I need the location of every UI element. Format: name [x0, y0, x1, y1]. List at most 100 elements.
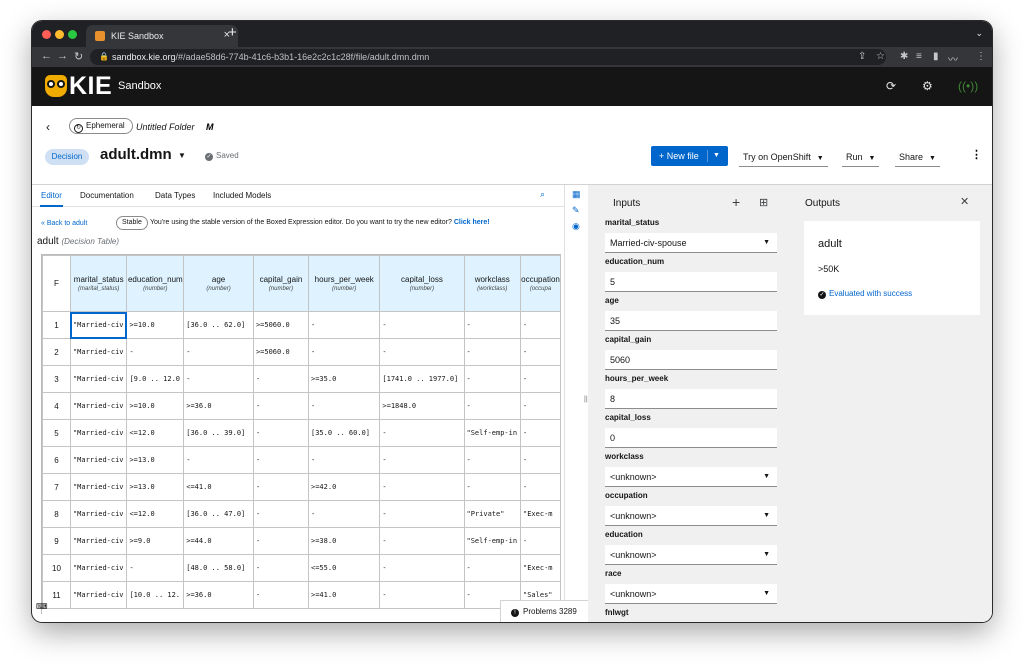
rule-cell[interactable]: <=41.0: [183, 473, 254, 501]
rule-cell[interactable]: -: [463, 554, 521, 582]
keyboard-shortcuts-icon[interactable]: ⌨: [36, 602, 48, 611]
hit-policy-cell[interactable]: F: [42, 255, 71, 312]
input-select[interactable]: <unknown> ▼: [605, 545, 777, 565]
rule-cell[interactable]: [10.0 .. 12.: [126, 581, 185, 609]
click-here-link[interactable]: Click here!: [454, 219, 490, 226]
rule-cell[interactable]: -: [379, 446, 465, 474]
table-view-icon[interactable]: ⊞: [759, 196, 768, 209]
rule-cell[interactable]: >=5060.0: [252, 338, 310, 366]
column-header[interactable]: capital_gain (number): [252, 255, 310, 312]
rule-cell[interactable]: -: [379, 338, 465, 366]
zoom-window-button[interactable]: [68, 30, 77, 39]
rule-cell[interactable]: "Self-emp-in: [463, 527, 521, 555]
input-textbox[interactable]: 8: [605, 389, 777, 409]
rule-cell[interactable]: -: [252, 392, 310, 420]
rule-cell[interactable]: -: [520, 338, 561, 366]
new-tab-button[interactable]: +: [228, 24, 237, 41]
search-icon[interactable]: ⌕: [540, 189, 545, 200]
rule-cell[interactable]: "Self-emp-in: [463, 419, 521, 447]
rule-cell[interactable]: >=9.0: [126, 527, 185, 555]
rule-cell[interactable]: -: [126, 338, 185, 366]
input-textbox[interactable]: 5060: [605, 350, 777, 370]
input-textbox[interactable]: 5: [605, 272, 777, 292]
rule-cell[interactable]: "Married-civ: [69, 500, 128, 528]
share-button[interactable]: Share ▼: [895, 147, 940, 167]
extended-services-status-icon[interactable]: ((•)): [958, 79, 978, 93]
rule-cell[interactable]: >=13.0: [126, 473, 185, 501]
file-menu-chevron-icon[interactable]: ▼: [178, 151, 186, 160]
rule-cell[interactable]: -: [379, 527, 465, 555]
decision-table-name[interactable]: adult (Decision Table): [37, 236, 119, 247]
input-select[interactable]: <unknown> ▼: [605, 467, 777, 487]
rule-cell[interactable]: "Married-civ: [69, 473, 128, 501]
minimize-window-button[interactable]: [55, 30, 64, 39]
rule-cell[interactable]: "Married-civ: [69, 446, 128, 474]
rule-cell[interactable]: -: [463, 392, 521, 420]
rule-cell[interactable]: "Married-civ: [69, 554, 128, 582]
rule-cell[interactable]: "Private": [463, 500, 521, 528]
settings-gear-icon[interactable]: ⚙: [922, 79, 933, 93]
rule-cell[interactable]: "Married-civ: [69, 338, 128, 366]
column-header[interactable]: education_num (number): [126, 255, 185, 312]
rule-cell[interactable]: -: [379, 311, 465, 339]
rule-cell[interactable]: >=13.0: [126, 446, 185, 474]
rule-cell[interactable]: -: [307, 392, 381, 420]
file-name[interactable]: adult.dmn: [100, 146, 172, 163]
rule-cell[interactable]: "Married-civ: [69, 365, 128, 393]
input-textbox[interactable]: 35: [605, 311, 777, 331]
browser-menu-icon[interactable]: ⋮: [976, 51, 986, 62]
column-header[interactable]: capital_loss (number): [379, 255, 465, 312]
rule-cell[interactable]: -: [463, 446, 521, 474]
rule-cell[interactable]: -: [252, 473, 310, 501]
rule-cell[interactable]: >=41.0: [307, 581, 381, 609]
rule-cell[interactable]: -: [307, 500, 381, 528]
rule-cell[interactable]: -: [252, 446, 310, 474]
properties-edit-icon[interactable]: ✎: [572, 205, 580, 216]
rule-cell[interactable]: "Married-civ: [69, 581, 128, 609]
rule-cell[interactable]: >=44.0: [183, 527, 254, 555]
rule-cell[interactable]: -: [379, 500, 465, 528]
folder-name[interactable]: Untitled Folder: [136, 122, 195, 132]
column-header[interactable]: hours_per_week (number): [307, 255, 381, 312]
tab-search-icon[interactable]: ⌄: [975, 28, 983, 39]
rule-cell[interactable]: "Married-civ: [69, 419, 128, 447]
rule-cell[interactable]: [36.0 .. 62.0]: [183, 311, 254, 339]
try-on-openshift-button[interactable]: Try on OpenShift ▼: [739, 147, 828, 167]
profile-icon[interactable]: 〰: [948, 51, 958, 66]
preview-eye-icon[interactable]: ◉: [572, 221, 580, 232]
rule-cell[interactable]: -: [252, 365, 310, 393]
reading-list-icon[interactable]: ≡: [916, 51, 922, 62]
rule-cell[interactable]: >=5060.0: [252, 311, 310, 339]
rule-cell[interactable]: -: [520, 473, 561, 501]
rule-cell[interactable]: -: [520, 446, 561, 474]
rule-cell[interactable]: -: [252, 527, 310, 555]
rule-cell[interactable]: -: [379, 473, 465, 501]
rule-cell[interactable]: -: [520, 392, 561, 420]
run-button[interactable]: Run ▼: [842, 147, 880, 167]
rule-cell[interactable]: -: [307, 338, 381, 366]
rule-cell[interactable]: -: [307, 311, 381, 339]
rule-cell[interactable]: >=42.0: [307, 473, 381, 501]
rule-cell[interactable]: -: [252, 500, 310, 528]
rule-cell[interactable]: -: [520, 527, 561, 555]
tab-documentation[interactable]: Documentation: [80, 191, 134, 200]
rule-cell[interactable]: [1741.0 .. 1977.0]: [379, 365, 465, 393]
rule-cell[interactable]: "Exec-m: [520, 554, 561, 582]
rule-cell[interactable]: [48.0 .. 58.0]: [183, 554, 254, 582]
browser-tab[interactable]: KIE Sandbox ×: [86, 25, 238, 47]
rule-cell[interactable]: >=36.0: [183, 581, 254, 609]
kie-logo-text[interactable]: KIE: [69, 72, 112, 101]
input-select[interactable]: <unknown> ▼: [605, 584, 777, 604]
rule-cell[interactable]: >=35.0: [307, 365, 381, 393]
rule-cell[interactable]: -: [463, 311, 521, 339]
tab-included-models[interactable]: Included Models: [213, 191, 271, 200]
rule-cell[interactable]: [36.0 .. 39.0]: [183, 419, 254, 447]
rule-cell[interactable]: <=12.0: [126, 419, 185, 447]
rule-cell[interactable]: -: [183, 446, 254, 474]
rule-cell[interactable]: "Married-civ: [69, 311, 128, 339]
rule-cell[interactable]: <=12.0: [126, 500, 185, 528]
input-select[interactable]: Married-civ-spouse ▼: [605, 233, 777, 253]
add-input-plus-icon[interactable]: +: [732, 194, 740, 210]
rule-cell[interactable]: "Exec-m: [520, 500, 561, 528]
rule-cell[interactable]: -: [520, 419, 561, 447]
